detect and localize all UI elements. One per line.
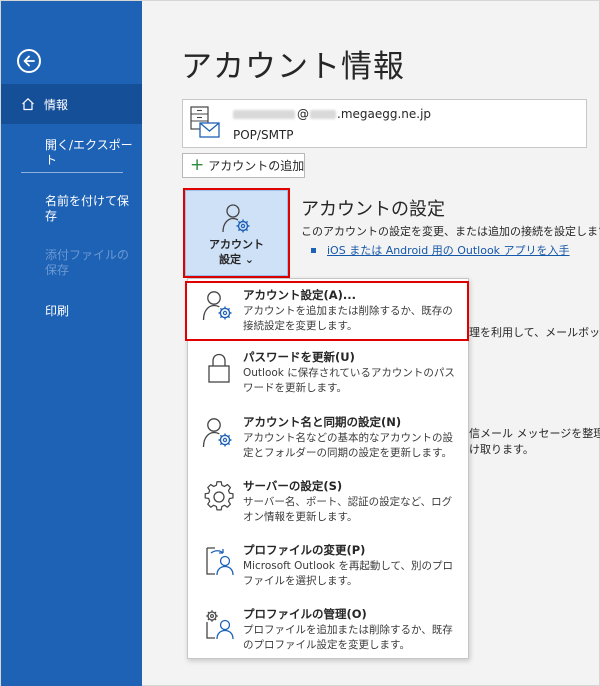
menu-item-update-password[interactable]: パスワードを更新(U) Outlook に保存されているアカウントのパスワードを… (188, 345, 468, 405)
home-icon (21, 97, 35, 111)
sidebar-item-save-as[interactable]: 名前を付けて保存 (45, 194, 135, 224)
page-title: アカウント情報 (181, 49, 405, 85)
menu-item-title: アカウント設定(A)... (243, 288, 357, 302)
gear-icon (202, 480, 236, 514)
change-profile-icon (202, 544, 236, 578)
add-account-button[interactable]: + アカウントの追加 (182, 153, 305, 178)
lock-icon (202, 351, 236, 385)
sidebar-item-label: 情報 (44, 97, 69, 112)
menu-item-account-name-sync[interactable]: アカウント名と同期の設定(N) アカウント名などの基本的なアカウントの設定とフォ… (188, 410, 468, 470)
menu-item-server-settings[interactable]: サーバーの設定(S) サーバー名、ポート、認証の設定など、ログオン情報を更新しま… (188, 474, 468, 534)
sidebar-item-open-export[interactable]: 開く/エクスポート (45, 138, 135, 168)
section-link-row: iOS または Android 用の Outlook アプリを入手 (311, 242, 570, 258)
account-settings-icon (221, 203, 253, 239)
menu-item-description: Outlook に保存されているアカウントのパスワードを更新します。 (243, 367, 455, 394)
sidebar-item-print[interactable]: 印刷 (45, 304, 135, 319)
menu-item-description: プロファイルを追加または削除するか、既存のプロファイル設定を変更します。 (243, 624, 453, 651)
account-selector[interactable]: @ .megaegg.ne.jp POP/SMTP (182, 99, 587, 148)
plus-icon: + (190, 155, 205, 175)
mail-account-icon (189, 106, 221, 146)
sidebar-item-info[interactable]: 情報 (1, 84, 142, 124)
account-sync-icon (202, 416, 236, 450)
menu-item-account-settings[interactable]: アカウント設定(A)... アカウントを追加または削除するか、既存の接続設定を変… (185, 281, 469, 341)
back-arrow-icon[interactable] (17, 49, 41, 73)
background-text: け取ります。 (469, 443, 534, 456)
account-settings-icon (202, 289, 236, 323)
menu-item-title: プロファイルの変更(P) (243, 543, 366, 557)
menu-item-description: アカウントを追加または削除するか、既存の接続設定を変更します。 (243, 305, 453, 332)
menu-item-description: サーバー名、ポート、認証の設定など、ログオン情報を更新します。 (243, 496, 453, 523)
account-email: @ .megaegg.ne.jp (233, 107, 431, 121)
sidebar-divider (21, 172, 123, 173)
background-text: 信メール メッセージを整理し (469, 427, 600, 440)
section-title: アカウントの設定 (301, 199, 445, 220)
account-settings-button[interactable]: アカウント 設定 ⌄ (183, 188, 290, 278)
email-at: @ (297, 107, 309, 121)
menu-item-change-profile[interactable]: プロファイルの変更(P) Microsoft Outlook を再起動して、別の… (188, 538, 468, 598)
menu-item-description: Microsoft Outlook を再起動して、別のプロファイルを選択します。 (243, 560, 454, 587)
bullet-icon (311, 247, 316, 253)
email-domain: .megaegg.ne.jp (337, 107, 432, 121)
menu-item-description: アカウント名などの基本的なアカウントの設定とフォルダーの同期の設定を更新します。 (243, 432, 453, 459)
section-description: このアカウントの設定を変更、または追加の接続を設定します。 (301, 225, 600, 238)
add-account-label: アカウントの追加 (208, 159, 305, 173)
menu-item-title: プロファイルの管理(O) (243, 607, 367, 621)
account-settings-button-label: アカウント 設定 ⌄ (209, 238, 264, 266)
manage-profile-icon (202, 608, 236, 642)
redacted-text (310, 109, 336, 119)
menu-item-title: アカウント名と同期の設定(N) (243, 415, 402, 429)
background-text: 理を利用して、メールボックス (469, 326, 600, 339)
account-settings-menu: アカウント設定(A)... アカウントを追加または削除するか、既存の接続設定を変… (185, 278, 469, 662)
menu-item-title: サーバーの設定(S) (243, 479, 343, 493)
account-type: POP/SMTP (233, 128, 294, 142)
sidebar: 情報 開く/エクスポート 名前を付けて保存 添付ファイルの保存 印刷 (1, 1, 142, 686)
menu-item-manage-profiles[interactable]: プロファイルの管理(O) プロファイルを追加または削除するか、既存のプロファイル… (188, 602, 468, 662)
sidebar-item-save-attachments: 添付ファイルの保存 (45, 248, 130, 277)
menu-item-title: パスワードを更新(U) (243, 350, 355, 364)
redacted-text (233, 109, 295, 119)
outlook-mobile-link[interactable]: iOS または Android 用の Outlook アプリを入手 (327, 242, 570, 258)
